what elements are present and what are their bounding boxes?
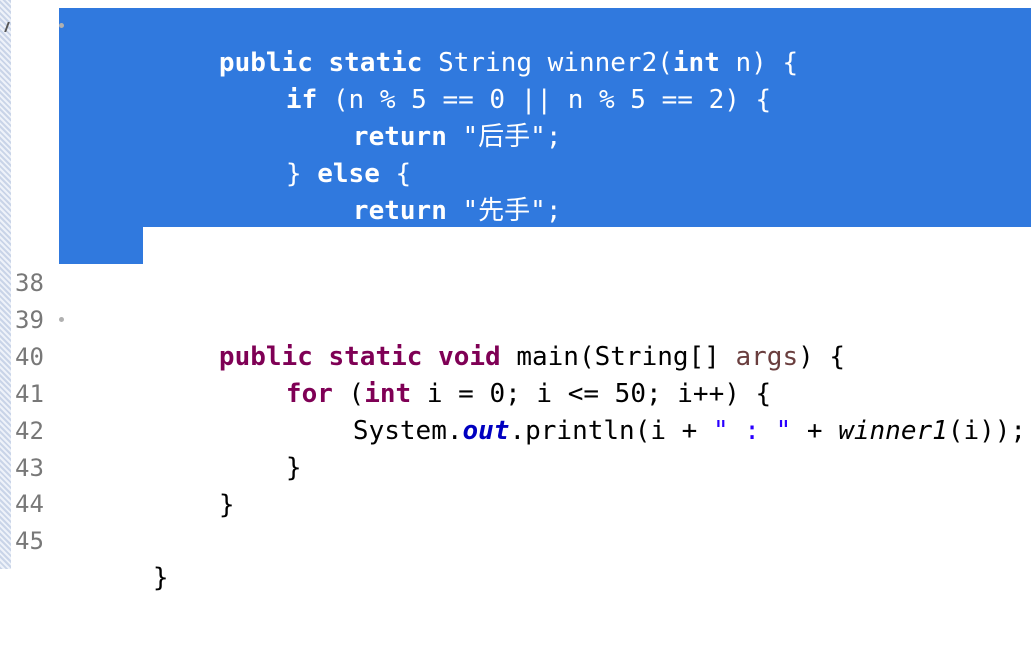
editor-left-edge xyxy=(0,0,11,569)
line-number: 38 xyxy=(15,269,44,297)
line-number: 43 xyxy=(15,454,44,482)
code-line[interactable]: 32 if (n % 5 == 0 || n % 5 == 2) { xyxy=(11,45,1031,115)
code-line[interactable]: 36 } xyxy=(11,193,1031,263)
code-line[interactable]: 41 System.out.println(i + " : " + winner… xyxy=(11,376,1031,446)
code-line[interactable]: 40 for (int i = 0; i <= 50; i++) { xyxy=(11,339,1031,409)
line-number: 37 xyxy=(15,233,44,261)
code-line[interactable]: 34 } else { xyxy=(11,119,1031,189)
line-number: 39 xyxy=(15,306,44,334)
line-number: 36 xyxy=(15,197,44,225)
line-number: 31 xyxy=(15,12,44,40)
line-number: 40 xyxy=(15,343,44,371)
code-editor[interactable]: 31 public static String winner2(int n) {… xyxy=(11,0,1031,593)
code-line[interactable]: 43 } xyxy=(11,450,1031,520)
line-number: 45 xyxy=(15,527,44,555)
code-line[interactable]: 35 return "先手"; xyxy=(11,156,1031,226)
line-number: 32 xyxy=(15,49,44,77)
code-line[interactable]: 38 xyxy=(11,265,1031,302)
line-number: 42 xyxy=(15,417,44,445)
line-number: 34 xyxy=(15,123,44,151)
line-number: 35 xyxy=(15,160,44,188)
code-line[interactable]: 42 } xyxy=(11,413,1031,483)
line-number: 41 xyxy=(15,380,44,408)
fold-marker-icon[interactable] xyxy=(59,23,64,28)
line-number: 33 xyxy=(15,86,44,114)
line-number: 44 xyxy=(15,490,44,518)
code-line[interactable]: 33 return "后手"; xyxy=(11,82,1031,152)
code-line[interactable]: 37 } xyxy=(11,229,1031,299)
code-text: } xyxy=(152,563,169,593)
code-line[interactable]: 31 public static String winner2(int n) { xyxy=(11,8,1031,78)
code-line[interactable]: 45 } xyxy=(11,523,1031,593)
code-line[interactable]: 39 public static void main(String[] args… xyxy=(11,302,1031,372)
code-line[interactable]: 44 xyxy=(11,486,1031,523)
fold-marker-icon[interactable] xyxy=(59,317,64,322)
